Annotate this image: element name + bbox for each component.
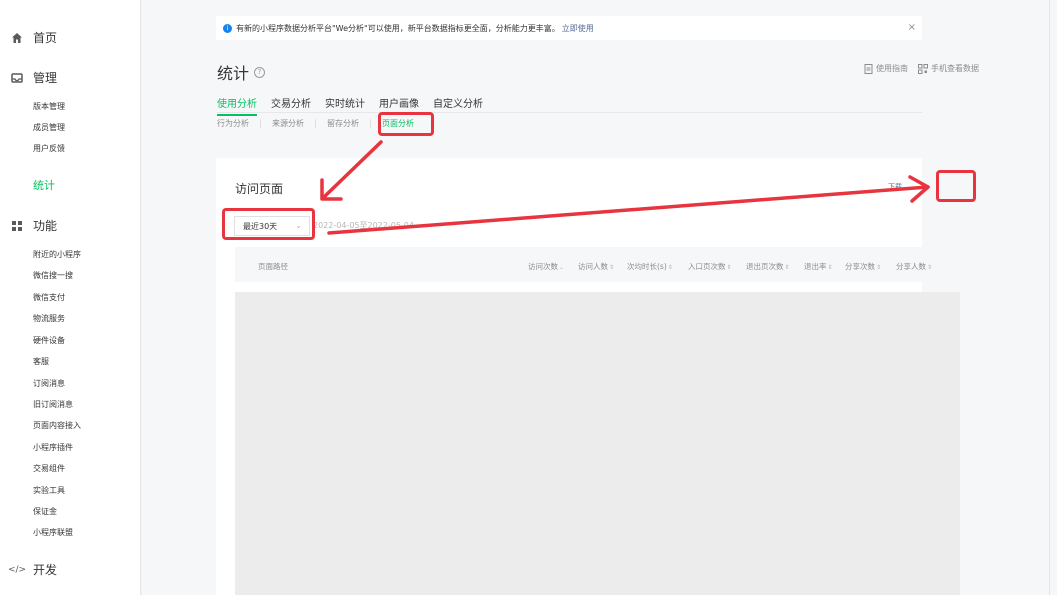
col-visits-label: 访问次数 bbox=[528, 262, 558, 271]
col-entry[interactable]: 入口页次数⇕ bbox=[688, 261, 732, 272]
tab-divider bbox=[217, 112, 922, 113]
page-title-text: 统计 bbox=[217, 64, 250, 83]
col-shares-label: 分享次数 bbox=[845, 262, 875, 271]
sidebar-item-deposit[interactable]: 保证金 bbox=[33, 506, 57, 517]
nav-manage-label: 管理 bbox=[33, 71, 58, 85]
mobile-label: 手机查看数据 bbox=[931, 64, 979, 73]
col-exit-rate-label: 退出率 bbox=[804, 262, 827, 271]
col-sharers[interactable]: 分享人数⇕ bbox=[896, 261, 932, 272]
code-icon: </> bbox=[7, 564, 27, 575]
sort-icon: ⇕ bbox=[784, 264, 790, 271]
nav-home-label: 首页 bbox=[33, 31, 58, 45]
guide-link[interactable]: 使用指南 bbox=[864, 63, 908, 74]
table-header: 页面路径 访问次数⌄ 访问人数⇕ 次均时长(s)⇕ 入口页次数⇕ 退出页次数⇕ … bbox=[235, 247, 960, 282]
col-shares[interactable]: 分享次数⇕ bbox=[845, 261, 881, 272]
notice-banner: i 有新的小程序数据分析平台"We分析"可以使用，新平台数据指标更全面，分析能力… bbox=[216, 16, 922, 40]
col-entry-label: 入口页次数 bbox=[688, 262, 726, 271]
sort-icon: ⇕ bbox=[667, 264, 673, 271]
nav-dev-label: 开发 bbox=[33, 563, 58, 577]
nav-dev[interactable]: </> 开发 bbox=[7, 561, 58, 578]
sidebar-item-stats[interactable]: 统计 bbox=[33, 177, 55, 193]
sidebar-item-service[interactable]: 客服 bbox=[33, 356, 49, 367]
home-icon bbox=[10, 31, 24, 45]
sidebar-item-hardware[interactable]: 硬件设备 bbox=[33, 335, 65, 346]
col-exit-rate[interactable]: 退出率⇕ bbox=[804, 261, 833, 272]
inbox-icon bbox=[10, 71, 24, 85]
sort-icon: ⇕ bbox=[827, 264, 833, 271]
date-range-text: 2022-04-05至2022-05-04 bbox=[313, 221, 414, 230]
subtab-source[interactable]: 来源分析 bbox=[272, 118, 304, 129]
sidebar: 首页 管理 版本管理 成员管理 用户反馈 统计 功能 附近的小程序 微信搜一搜 … bbox=[0, 0, 141, 595]
main-content: i 有新的小程序数据分析平台"We分析"可以使用，新平台数据指标更全面，分析能力… bbox=[142, 0, 1057, 595]
sidebar-item-logistics[interactable]: 物流服务 bbox=[33, 313, 65, 324]
col-sharers-label: 分享人数 bbox=[896, 262, 926, 271]
col-path: 页面路径 bbox=[258, 262, 288, 271]
page-title: 统计 ? bbox=[217, 60, 266, 84]
sidebar-item-subscribe[interactable]: 订阅消息 bbox=[33, 378, 65, 389]
notice-link[interactable]: 立即使用 bbox=[562, 23, 594, 34]
nav-features-label: 功能 bbox=[33, 219, 58, 233]
col-avg-duration-label: 次均时长(s) bbox=[627, 262, 667, 271]
col-exit[interactable]: 退出页次数⇕ bbox=[746, 261, 790, 272]
download-link[interactable]: 下载 bbox=[888, 182, 902, 192]
subtab-behavior[interactable]: 行为分析 bbox=[217, 118, 249, 129]
qrcode-icon bbox=[918, 63, 928, 74]
sidebar-item-lab[interactable]: 实验工具 bbox=[33, 485, 65, 496]
col-visitors[interactable]: 访问人数⇕ bbox=[578, 261, 614, 272]
annotation-box-download bbox=[936, 170, 976, 202]
scrollbar[interactable] bbox=[1049, 0, 1057, 595]
col-visitors-label: 访问人数 bbox=[578, 262, 608, 271]
sort-icon: ⇕ bbox=[876, 264, 882, 271]
col-avg-duration[interactable]: 次均时长(s)⇕ bbox=[627, 261, 673, 272]
notice-text: 有新的小程序数据分析平台"We分析"可以使用，新平台数据指标更全面，分析能力更丰… bbox=[236, 23, 560, 33]
nav-manage[interactable]: 管理 bbox=[10, 69, 57, 86]
sidebar-item-feedback[interactable]: 用户反馈 bbox=[33, 143, 65, 154]
sidebar-item-page-content[interactable]: 页面内容接入 bbox=[33, 420, 81, 431]
col-exit-label: 退出页次数 bbox=[746, 262, 784, 271]
nav-features[interactable]: 功能 bbox=[10, 217, 57, 234]
grid-icon bbox=[10, 219, 24, 233]
document-icon bbox=[864, 63, 873, 74]
guide-label: 使用指南 bbox=[876, 64, 908, 73]
sidebar-item-members[interactable]: 成员管理 bbox=[33, 122, 65, 133]
sidebar-item-old-subscribe[interactable]: 旧订阅消息 bbox=[33, 399, 73, 410]
mobile-link[interactable]: 手机查看数据 bbox=[918, 63, 979, 74]
top-links: 使用指南 手机查看数据 bbox=[864, 63, 979, 74]
annotation-box-page-analysis bbox=[378, 112, 434, 136]
help-icon[interactable]: ? bbox=[254, 66, 266, 78]
sort-icon: ⌄ bbox=[559, 264, 565, 271]
sidebar-item-nearby[interactable]: 附近的小程序 bbox=[33, 249, 81, 260]
sidebar-item-version[interactable]: 版本管理 bbox=[33, 101, 65, 112]
page-visits-card: 访问页面 下载 最近30天 ⌄ 2022-04-05至2022-05-04 页面… bbox=[216, 158, 960, 595]
sidebar-item-trade[interactable]: 交易组件 bbox=[33, 463, 65, 474]
sort-icon: ⇕ bbox=[927, 264, 933, 271]
subtab-separator bbox=[315, 119, 316, 128]
info-icon: i bbox=[223, 23, 232, 33]
subtab-retention[interactable]: 留存分析 bbox=[327, 118, 359, 129]
col-visits[interactable]: 访问次数⌄ bbox=[528, 261, 564, 272]
table-body-loading bbox=[235, 292, 960, 595]
sidebar-item-alliance[interactable]: 小程序联盟 bbox=[33, 527, 73, 538]
sidebar-item-search[interactable]: 微信搜一搜 bbox=[33, 270, 73, 281]
sort-icon: ⇕ bbox=[726, 264, 732, 271]
sidebar-item-pay[interactable]: 微信支付 bbox=[33, 292, 65, 303]
sidebar-item-plugin[interactable]: 小程序插件 bbox=[33, 442, 73, 453]
nav-home[interactable]: 首页 bbox=[10, 29, 57, 46]
subtab-separator bbox=[370, 119, 371, 128]
annotation-box-date-select bbox=[222, 208, 315, 240]
card-title: 访问页面 bbox=[235, 182, 284, 196]
close-icon[interactable]: × bbox=[908, 22, 916, 33]
sort-icon: ⇕ bbox=[609, 264, 615, 271]
subtab-separator bbox=[260, 119, 261, 128]
